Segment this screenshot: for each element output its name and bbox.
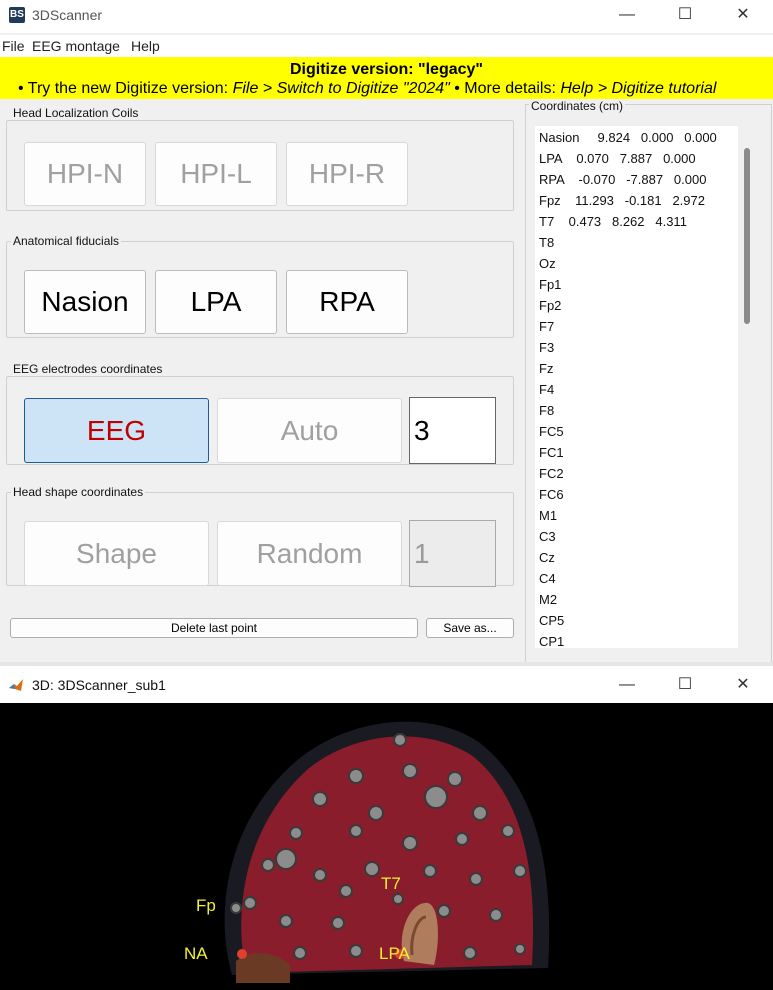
- coordinate-row[interactable]: Cz: [539, 550, 555, 565]
- window-title: 3DScanner: [32, 7, 103, 23]
- figure-close-button[interactable]: ✕: [714, 670, 772, 700]
- close-button[interactable]: ✕: [714, 0, 772, 30]
- coordinate-row[interactable]: LPA 0.070 7.887 0.000: [539, 151, 696, 166]
- delete-last-point-button[interactable]: Delete last point: [10, 618, 418, 638]
- minimize-button[interactable]: —: [598, 0, 656, 30]
- coordinate-row[interactable]: Fp2: [539, 298, 561, 313]
- coordinate-row[interactable]: CP5: [539, 613, 564, 628]
- eeg-button[interactable]: EEG: [24, 398, 209, 463]
- nasion-button[interactable]: Nasion: [24, 270, 146, 334]
- nasion-marker: [237, 949, 247, 959]
- banner-title: Digitize version: "legacy": [289, 61, 483, 78]
- lpa-button[interactable]: LPA: [155, 270, 277, 334]
- label-t7: T7: [381, 874, 401, 893]
- coordinate-row[interactable]: F4: [539, 382, 554, 397]
- rpa-button[interactable]: RPA: [286, 270, 408, 334]
- eeg-group-title: EEG electrodes coordinates: [11, 362, 165, 376]
- shape-group-title: Head shape coordinates: [11, 485, 146, 499]
- menu-eeg-montage[interactable]: EEG montage: [32, 38, 120, 54]
- maximize-button[interactable]: ☐: [656, 0, 714, 30]
- hpi-group-title: Head Localization Coils: [11, 106, 141, 120]
- coordinate-row[interactable]: M2: [539, 592, 557, 607]
- shape-button[interactable]: Shape: [24, 521, 209, 586]
- coordinate-row[interactable]: M1: [539, 508, 557, 523]
- label-na: NA: [184, 944, 208, 963]
- coordinate-row[interactable]: Fz: [539, 361, 553, 376]
- coordinate-row[interactable]: Oz: [539, 256, 556, 271]
- coordinate-row[interactable]: F3: [539, 340, 554, 355]
- close-icon: ✕: [736, 6, 750, 23]
- figure-minimize-button[interactable]: —: [598, 670, 656, 700]
- coordinate-row[interactable]: FC6: [539, 487, 564, 502]
- banner-hint: • Try the new Digitize version: File > S…: [18, 80, 717, 97]
- menu-help[interactable]: Help: [131, 38, 160, 54]
- coordinate-row[interactable]: Fp1: [539, 277, 561, 292]
- coordinate-row[interactable]: C3: [539, 529, 556, 544]
- hpi-n-button[interactable]: HPI-N: [24, 142, 146, 206]
- coordinate-row[interactable]: F7: [539, 319, 554, 334]
- coordinate-row[interactable]: Nasion 9.824 0.000 0.000: [539, 130, 717, 145]
- hpi-r-button[interactable]: HPI-R: [286, 142, 408, 206]
- figure-maximize-button[interactable]: ☐: [656, 670, 714, 700]
- maximize-icon: ☐: [677, 6, 693, 23]
- coordinate-row[interactable]: CP1: [539, 634, 564, 648]
- hpi-l-button[interactable]: HPI-L: [155, 142, 277, 206]
- matlab-icon: [8, 677, 24, 693]
- eeg-count-input[interactable]: 3: [409, 397, 496, 464]
- coordinate-row[interactable]: T8: [539, 235, 554, 250]
- coordinates-scrollbar[interactable]: [744, 148, 750, 324]
- menu-bar: File EEG montage Help: [0, 35, 773, 57]
- minimize-icon: —: [619, 676, 635, 693]
- figure-title: 3D: 3DScanner_sub1: [32, 677, 166, 693]
- auto-button[interactable]: Auto: [217, 398, 402, 463]
- coordinate-row[interactable]: C4: [539, 571, 556, 586]
- menu-file[interactable]: File: [2, 38, 25, 54]
- fiducials-group-title: Anatomical fiducials: [11, 234, 122, 248]
- coordinates-title: Coordinates (cm): [529, 99, 626, 113]
- random-button[interactable]: Random: [217, 521, 402, 586]
- version-banner: Digitize version: "legacy" • Try the new…: [0, 57, 773, 99]
- shape-count-input[interactable]: 1: [409, 520, 496, 587]
- coordinate-row[interactable]: FC5: [539, 424, 564, 439]
- coordinate-row[interactable]: F8: [539, 403, 554, 418]
- label-fp: Fp: [196, 896, 216, 915]
- coordinate-row[interactable]: RPA -0.070 -7.887 0.000: [539, 172, 706, 187]
- coordinate-row[interactable]: Fpz 11.293 -0.181 2.972: [539, 193, 705, 208]
- minimize-icon: —: [619, 6, 635, 23]
- app-icon: BS: [9, 7, 25, 23]
- label-lpa: LPA: [379, 944, 410, 963]
- save-as-button[interactable]: Save as...: [426, 618, 514, 638]
- coordinate-row[interactable]: FC1: [539, 445, 564, 460]
- maximize-icon: ☐: [677, 676, 693, 693]
- coordinate-row[interactable]: FC2: [539, 466, 564, 481]
- close-icon: ✕: [736, 676, 750, 693]
- coordinates-list[interactable]: Nasion 9.824 0.000 0.000 LPA 0.070 7.887 …: [535, 126, 738, 648]
- 3d-view[interactable]: Fp NA T7 LPA: [0, 703, 773, 990]
- coordinate-row[interactable]: T7 0.473 8.262 4.311: [539, 214, 687, 229]
